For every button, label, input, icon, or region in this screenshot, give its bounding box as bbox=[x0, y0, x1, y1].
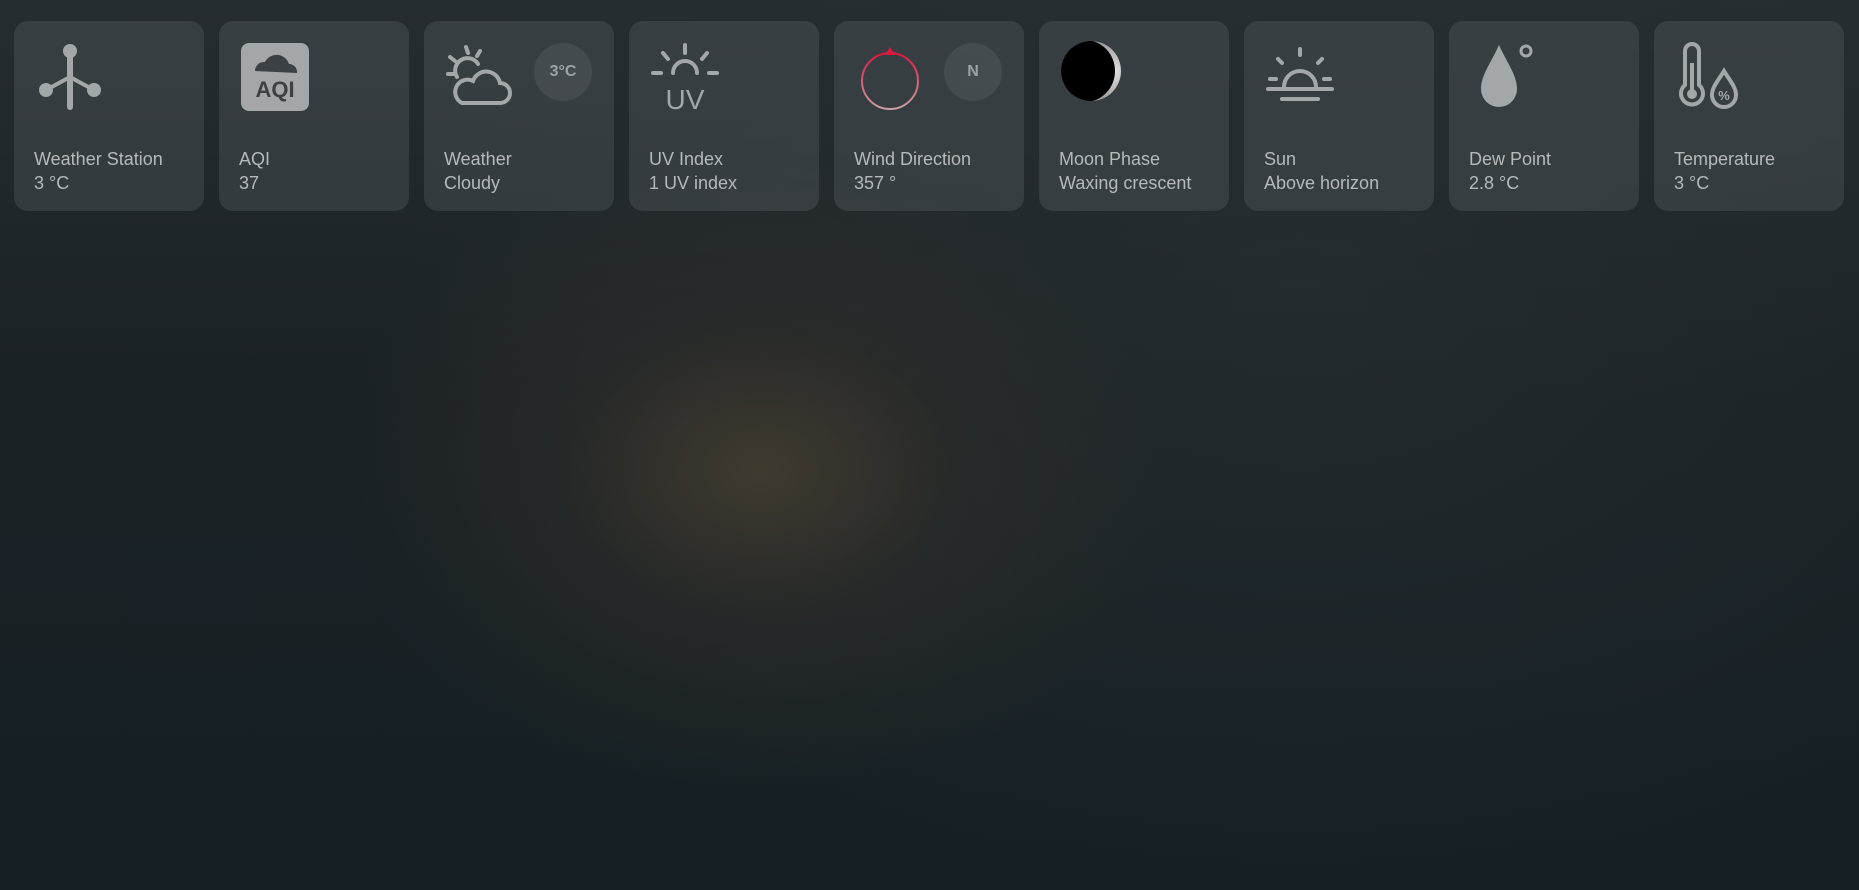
tile-uv-index[interactable]: UV UV Index 1 UV index bbox=[629, 21, 819, 211]
droplet-icon bbox=[1481, 44, 1533, 107]
tile-name: Wind Direction bbox=[854, 149, 972, 169]
tile-name: Temperature bbox=[1674, 149, 1776, 169]
tile-wind-direction[interactable]: N Wind Direction 357 ° bbox=[834, 21, 1024, 211]
tile-name: Moon Phase bbox=[1059, 149, 1161, 169]
thermometer-humidity-icon: % bbox=[1679, 42, 1739, 109]
tile-sun[interactable]: Sun Above horizon bbox=[1244, 21, 1434, 211]
partly-cloudy-icon bbox=[446, 45, 512, 105]
tile-grid: Weather Station 3 °C AQI AQI 37 3°C Weat… bbox=[14, 21, 1844, 211]
tile-name: Weather bbox=[444, 149, 512, 169]
tile-state: 357 ° bbox=[854, 173, 897, 193]
tile-state: Above horizon bbox=[1264, 173, 1380, 193]
sunrise-icon bbox=[1266, 47, 1334, 101]
tile-moon-phase[interactable]: Moon Phase Waxing crescent bbox=[1039, 21, 1229, 211]
tile-state: 3 °C bbox=[1674, 173, 1710, 193]
tile-temperature[interactable]: % Temperature 3 °C bbox=[1654, 21, 1844, 211]
tile-name: UV Index bbox=[649, 149, 724, 169]
svg-text:UV: UV bbox=[666, 84, 705, 113]
tile-weather[interactable]: 3°C Weather Cloudy bbox=[424, 21, 614, 211]
tile-weather-station[interactable]: Weather Station 3 °C bbox=[14, 21, 204, 211]
tile-state: 37 bbox=[239, 173, 260, 193]
uv-icon: UV bbox=[651, 43, 719, 113]
aqi-icon: AQI bbox=[241, 43, 309, 111]
tile-state: 1 UV index bbox=[649, 173, 738, 193]
tile-state: 2.8 °C bbox=[1469, 173, 1520, 193]
compass-icon bbox=[861, 47, 919, 110]
svg-text:%: % bbox=[1718, 88, 1730, 103]
tile-name: Dew Point bbox=[1469, 149, 1552, 169]
tile-name: Weather Station bbox=[34, 149, 163, 169]
temperature-badge: 3°C bbox=[534, 43, 592, 101]
tile-state: Cloudy bbox=[444, 173, 501, 193]
tile-state: Waxing crescent bbox=[1059, 173, 1192, 193]
tile-aqi[interactable]: AQI AQI 37 bbox=[219, 21, 409, 211]
tile-name: AQI bbox=[239, 149, 271, 169]
weather-station-icon bbox=[39, 44, 101, 110]
wind-heading-badge: N bbox=[944, 43, 1002, 101]
tile-dew-point[interactable]: Dew Point 2.8 °C bbox=[1449, 21, 1639, 211]
svg-text:AQI: AQI bbox=[255, 77, 294, 102]
tile-state: 3 °C bbox=[34, 173, 70, 193]
moon-icon bbox=[1061, 41, 1121, 101]
tile-name: Sun bbox=[1264, 149, 1297, 169]
